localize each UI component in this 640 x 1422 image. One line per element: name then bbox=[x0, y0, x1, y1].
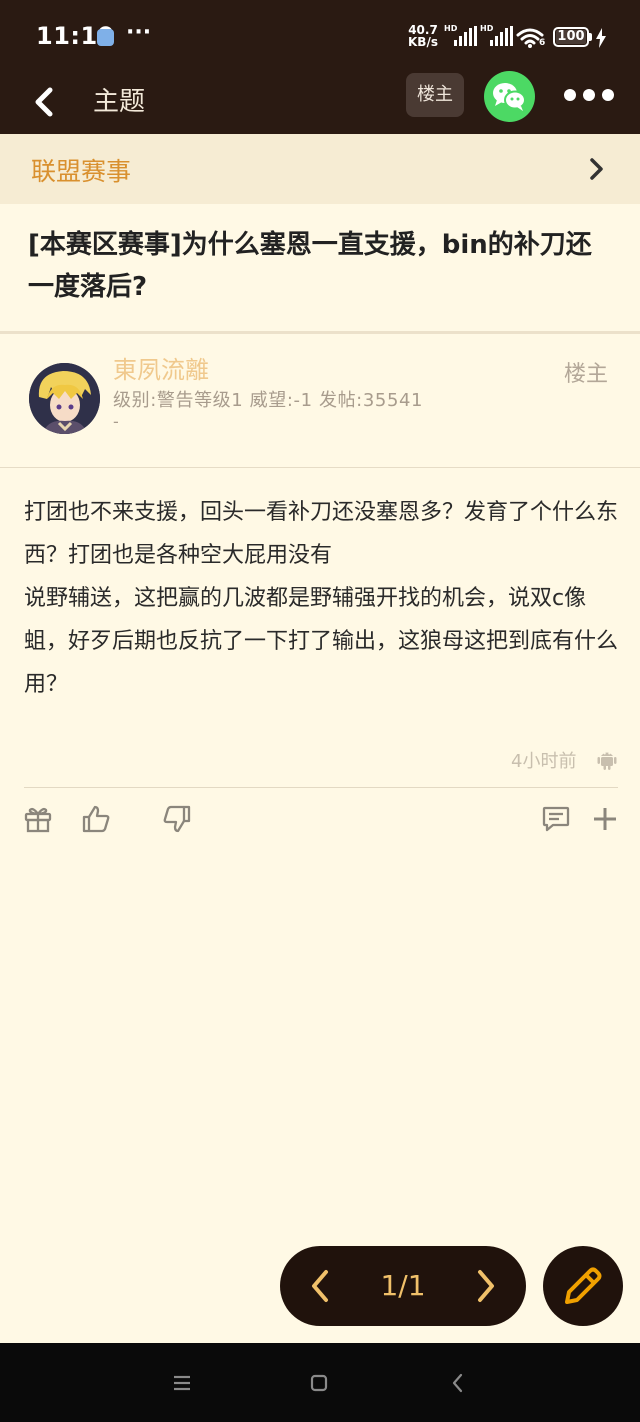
battery-level: 100 bbox=[557, 29, 585, 44]
nav-back-icon[interactable] bbox=[444, 1369, 472, 1397]
network-speed-unit: KB/s bbox=[408, 35, 438, 49]
compose-reply-button[interactable] bbox=[543, 1246, 623, 1326]
more-dots-icon[interactable] bbox=[562, 83, 616, 107]
wechat-icon bbox=[493, 83, 526, 111]
thread-title: [本赛区赛事]为什么塞恩一直支援，bin的补刀还一度落后? bbox=[28, 230, 592, 302]
status-bar: 11:19 ··· 40.7 KB/s HD HD 6 100 bbox=[0, 0, 640, 70]
charging-icon bbox=[596, 28, 606, 48]
author-signature: - bbox=[113, 412, 119, 431]
forum-link-bar[interactable]: 联盟赛事 bbox=[0, 134, 640, 204]
battery-icon: 100 bbox=[553, 27, 589, 47]
home-icon[interactable] bbox=[305, 1369, 333, 1397]
author-name[interactable]: 東夙流離 bbox=[113, 350, 209, 385]
only-owner-button[interactable]: 楼主 bbox=[406, 73, 464, 117]
avatar[interactable] bbox=[29, 363, 100, 434]
gift-icon[interactable] bbox=[23, 804, 53, 834]
system-nav-bar bbox=[0, 1343, 640, 1422]
comment-icon[interactable] bbox=[541, 804, 571, 834]
notification-app-icon bbox=[97, 29, 114, 46]
menu-icon[interactable] bbox=[168, 1369, 196, 1397]
author-meta: 级别:警告等级1 威望:-1 发帖:35541 bbox=[113, 390, 424, 411]
floor-owner-tag: 楼主 bbox=[564, 362, 609, 387]
pager: 1/1 bbox=[280, 1246, 526, 1326]
back-icon[interactable] bbox=[28, 82, 68, 122]
page-title: 主题 bbox=[93, 87, 146, 117]
post-time: 4小时前 bbox=[511, 751, 577, 772]
battery-cap bbox=[589, 33, 592, 41]
author-divider bbox=[0, 467, 640, 468]
action-divider bbox=[24, 787, 618, 788]
screen: 11:19 ··· 40.7 KB/s HD HD 6 100 主题 楼主 联盟… bbox=[0, 0, 640, 1422]
plus-icon[interactable] bbox=[590, 804, 620, 834]
wifi-6-label: 6 bbox=[539, 38, 546, 48]
app-header: 主题 楼主 bbox=[0, 70, 640, 134]
status-more-dots: ··· bbox=[126, 20, 152, 45]
forum-name: 联盟赛事 bbox=[31, 157, 132, 186]
chevron-right-icon[interactable] bbox=[472, 1268, 500, 1304]
network-speed: 40.7 KB/s bbox=[408, 24, 438, 48]
avatar-image bbox=[29, 363, 100, 434]
pencil-icon bbox=[565, 1267, 602, 1304]
thumbs-up-icon[interactable] bbox=[81, 804, 111, 834]
chevron-right-icon bbox=[590, 158, 603, 180]
post-content: 打团也不来支援，回头一看补刀还没塞恩多？发育了个什么东西？打团也是各种空大屁用没… bbox=[24, 500, 619, 697]
thumbs-down-icon[interactable] bbox=[162, 804, 192, 834]
page-indicator: 1/1 bbox=[380, 1269, 426, 1302]
android-icon bbox=[597, 752, 617, 770]
wechat-share-button[interactable] bbox=[484, 71, 535, 122]
title-divider bbox=[0, 331, 640, 334]
chevron-left-icon[interactable] bbox=[306, 1268, 334, 1304]
